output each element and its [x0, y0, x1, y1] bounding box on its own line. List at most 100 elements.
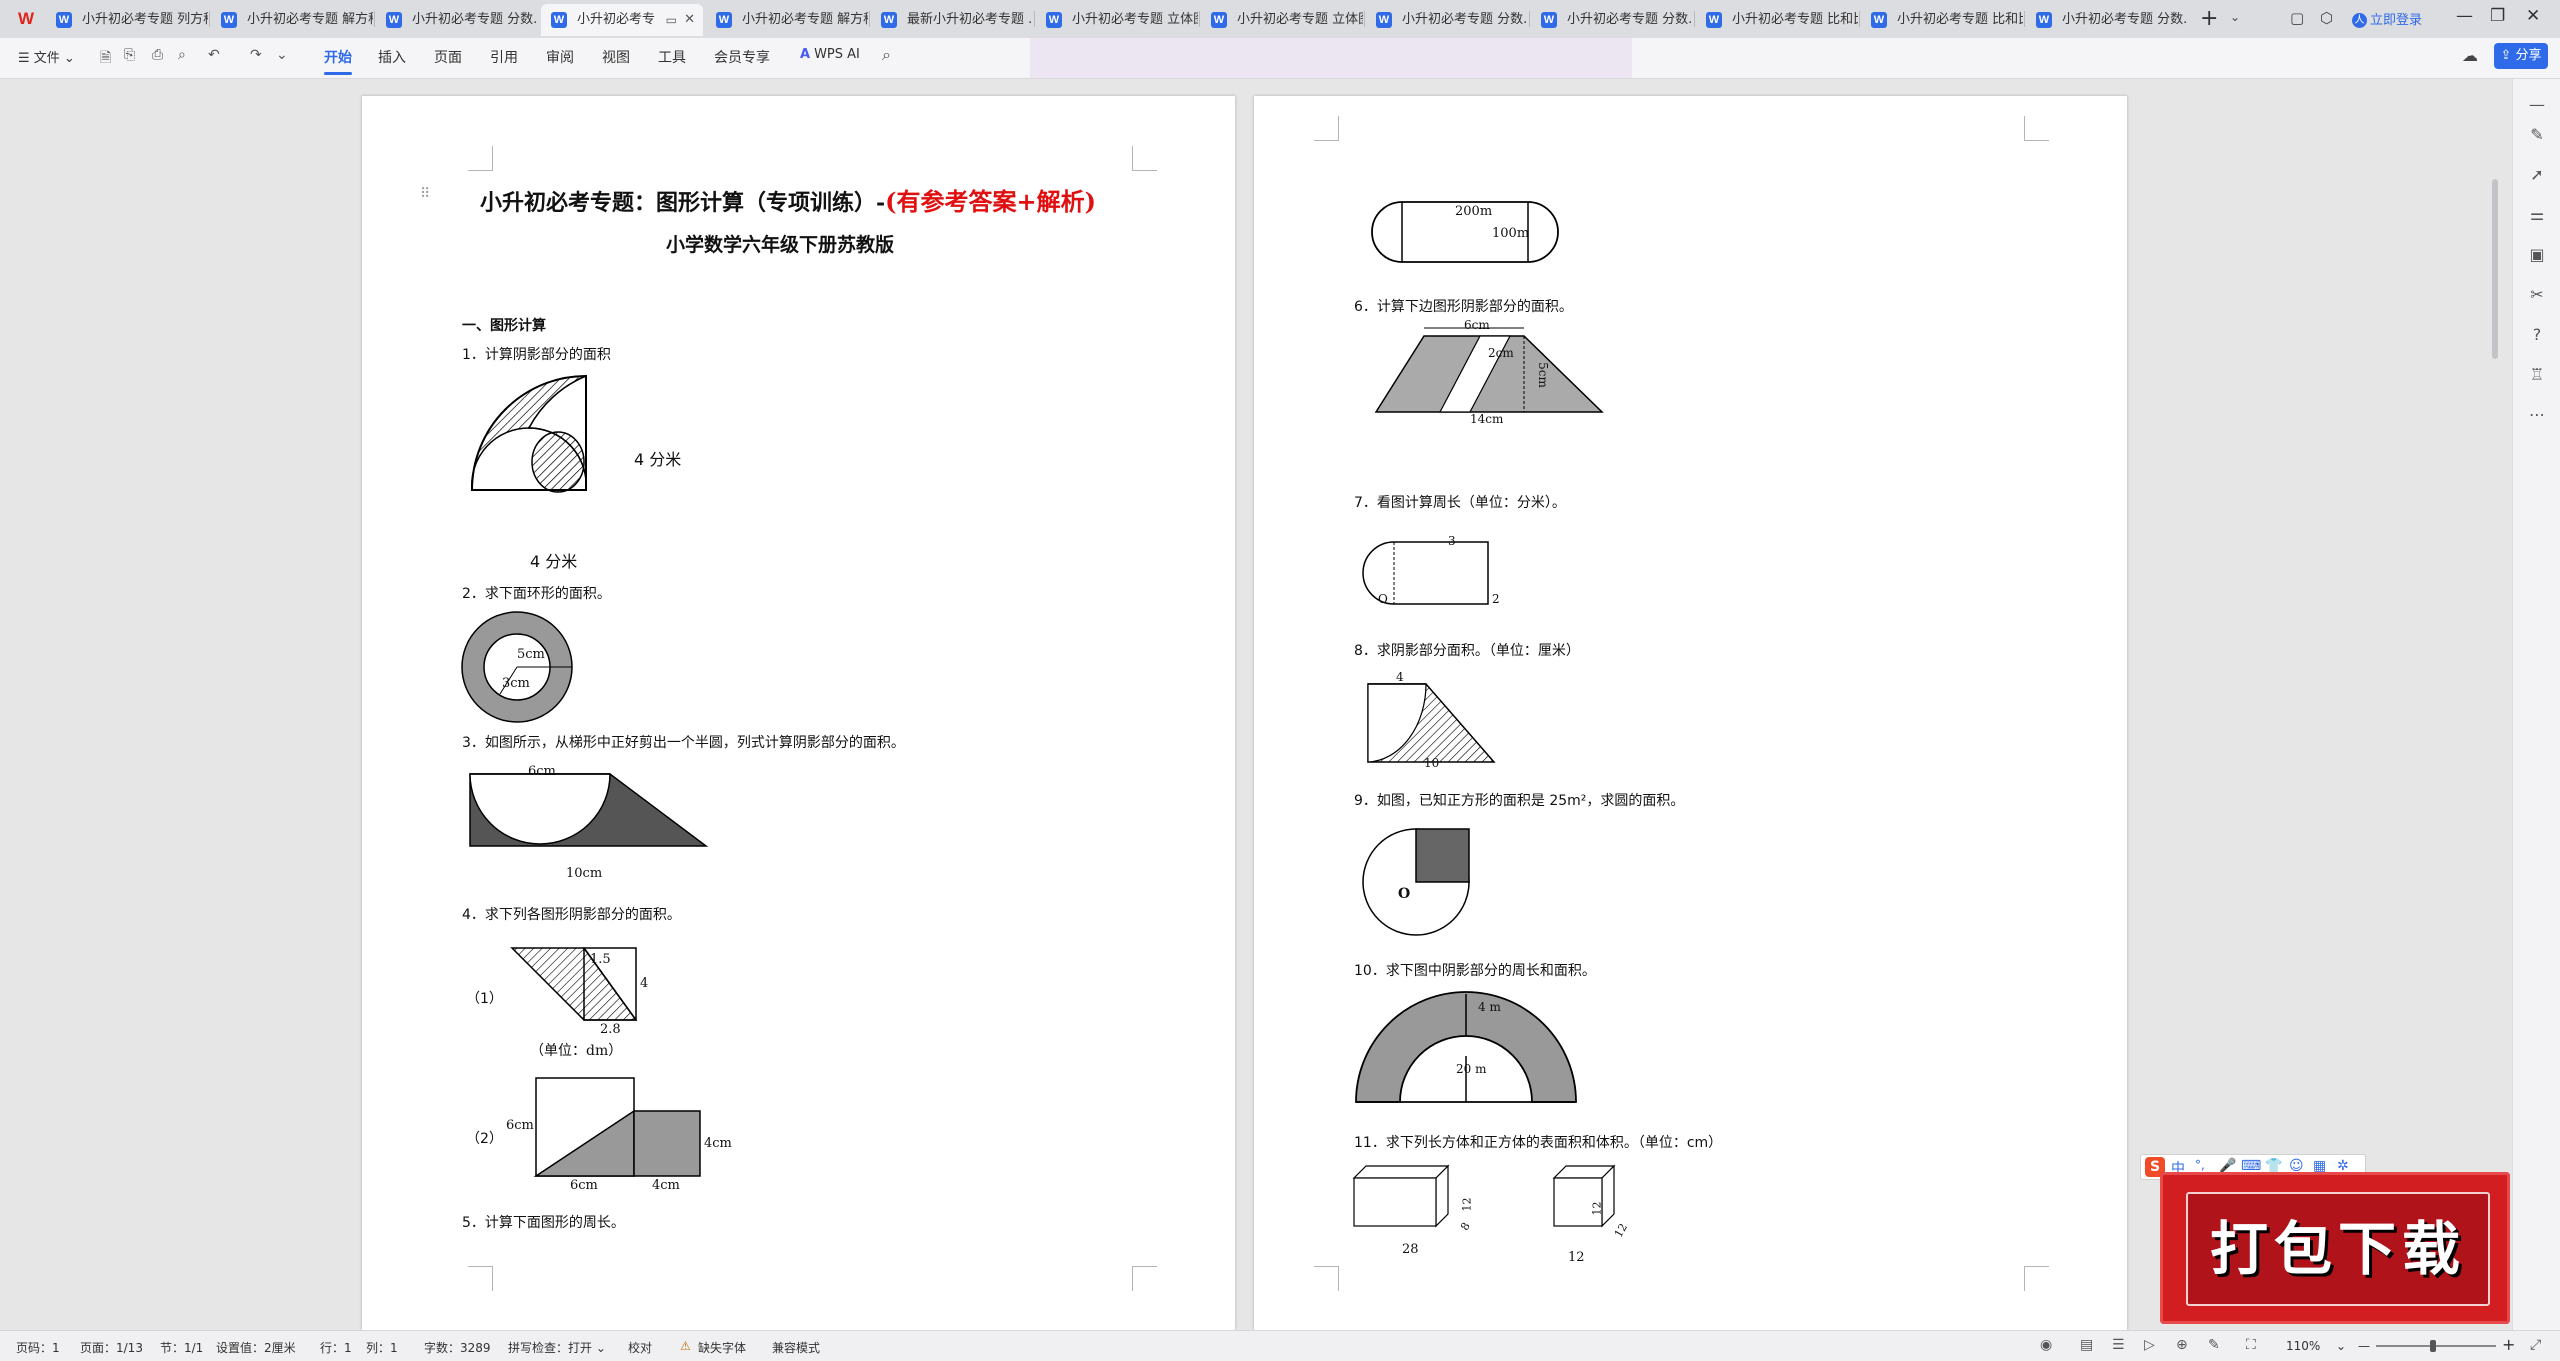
tab-close-icon[interactable]: ✕	[684, 4, 695, 36]
status-pages[interactable]: 页面：1/13	[80, 1339, 143, 1356]
q11-width-label: 8	[1458, 1220, 1473, 1233]
margin-corner-mark	[1132, 1266, 1157, 1291]
fit-page-icon[interactable]: ⛶	[2246, 1337, 2256, 1353]
tab-tools[interactable]: 工具	[658, 47, 686, 67]
panel-collapse-icon[interactable]: —	[2527, 95, 2547, 115]
download-banner-label: 打包下载	[2209, 1215, 2466, 1283]
zoom-in-icon[interactable]: +	[2502, 1335, 2515, 1354]
vertical-scrollbar-thumb[interactable]	[2492, 179, 2498, 359]
close-window-icon[interactable]: ✕	[2526, 6, 2540, 26]
select-cursor-icon[interactable]: ➚	[2527, 165, 2547, 185]
undo-icon[interactable]: ↶	[208, 47, 220, 63]
tools-icon[interactable]: ✂	[2527, 285, 2547, 305]
tab-separator	[1694, 11, 1695, 27]
status-setting[interactable]: 设置值：2厘米	[216, 1339, 296, 1356]
page-view-icon[interactable]: ▤	[2080, 1337, 2093, 1353]
status-row[interactable]: 行：1	[320, 1339, 352, 1356]
missing-font-warning-icon[interactable]: ⚠	[680, 1339, 691, 1353]
document-tab[interactable]: W 小升初必考专题 分数...	[1366, 4, 1528, 36]
share-button[interactable]: ⇪ 分享	[2494, 43, 2548, 69]
window-layout-icon[interactable]: ▢	[2290, 9, 2304, 27]
tab-list-chevron-down-icon[interactable]: ⌄	[2230, 10, 2240, 24]
question-4: 4．求下列各图形阴影部分的面积。	[462, 907, 681, 923]
status-section[interactable]: 节：1/1	[160, 1339, 203, 1356]
zoom-level[interactable]: 110%	[2286, 1339, 2320, 1353]
wps-ai-button[interactable]: A WPS AI	[800, 47, 860, 62]
tab-home[interactable]: 开始	[324, 47, 352, 75]
margin-corner-mark	[1132, 146, 1157, 171]
screen-cast-icon[interactable]: ▭	[666, 4, 677, 36]
document-tab[interactable]: W 小升初必考专题 比和比	[1861, 4, 2023, 36]
document-page-1[interactable]: ⠿ 小升初必考专题：图形计算（专项训练）-(有参考答案+解析) 小学数学六年级下…	[362, 96, 1235, 1330]
more-options-icon[interactable]: ⋯	[2527, 405, 2547, 425]
tab-member[interactable]: 会员专享	[714, 47, 770, 67]
minimize-icon[interactable]: —	[2456, 6, 2473, 26]
shirt-theme-icon[interactable]: ♖	[2527, 365, 2547, 385]
document-tab[interactable]: W 小升初必考专题 分数...	[376, 4, 538, 36]
missing-font-button[interactable]: 缺失字体	[698, 1339, 746, 1356]
proofread-button[interactable]: 校对	[628, 1339, 652, 1356]
help-icon[interactable]: ?	[2527, 325, 2547, 345]
login-button[interactable]: 人立即登录	[2352, 9, 2422, 28]
tab-insert[interactable]: 插入	[378, 47, 406, 67]
new-tab-plus-icon[interactable]: +	[2200, 6, 2218, 31]
margin-corner-mark	[2024, 116, 2049, 141]
adjust-settings-icon[interactable]: ⚌	[2527, 205, 2547, 225]
status-page[interactable]: 页码：1	[16, 1339, 60, 1356]
status-col[interactable]: 列：1	[366, 1339, 398, 1356]
tab-view[interactable]: 视图	[602, 47, 630, 67]
document-tab[interactable]: W 小升初必考专题 解方程	[706, 4, 868, 36]
tab-references[interactable]: 引用	[490, 47, 518, 67]
document-page-2[interactable]: 200m 100m 6．计算下边图形阴影部分的面积。 6cm 2cm 5cm 1…	[1254, 96, 2127, 1330]
tab-separator	[374, 11, 375, 27]
zoom-slider-knob[interactable]	[2430, 1340, 2436, 1352]
pen-edit-icon[interactable]: ✎	[2527, 125, 2547, 145]
q4-1-unit-label: （单位：dm）	[530, 1043, 623, 1059]
export-pdf-icon[interactable]: ⎘	[124, 47, 135, 63]
download-banner[interactable]: 打包下载	[2160, 1172, 2510, 1324]
image-tool-icon[interactable]: ▣	[2527, 245, 2547, 265]
web-view-icon[interactable]: ⊕	[2176, 1337, 2188, 1353]
tab-page[interactable]: 页面	[434, 47, 462, 67]
redo-icon[interactable]: ↷	[250, 47, 262, 63]
ai-logo-icon: A	[800, 47, 811, 62]
document-tab[interactable]: W 小升初必考专题 解方程	[211, 4, 373, 36]
document-tab[interactable]: W 小升初必考专题 分数...	[1531, 4, 1693, 36]
document-tab[interactable]: W 小升初必考专题 立体图	[1201, 4, 1363, 36]
quick-access-chevron-icon[interactable]: ⌄	[276, 47, 288, 63]
document-tab[interactable]: W 小升初必考专题 分数...	[2026, 4, 2188, 36]
fullscreen-icon[interactable]: ⤢	[2530, 1337, 2541, 1353]
save-icon[interactable]: 🗎	[100, 47, 111, 71]
outline-view-icon[interactable]: ☰	[2112, 1337, 2125, 1353]
ribbon-highlight-area	[1030, 38, 1632, 78]
q4-2-b1-label: 6cm	[570, 1178, 598, 1193]
spell-check-toggle[interactable]: 拼写检查：打开 ⌄	[508, 1339, 606, 1356]
zoom-slider[interactable]	[2376, 1345, 2496, 1347]
zoom-chevron-icon[interactable]: ⌄	[2336, 1339, 2346, 1353]
zoom-out-icon[interactable]: —	[2358, 1339, 2370, 1353]
tab-review[interactable]: 审阅	[546, 47, 574, 67]
wps-logo-icon[interactable]: W	[18, 9, 40, 29]
restore-window-icon[interactable]: ❐	[2490, 6, 2505, 26]
q4-2-b2-label: 4cm	[652, 1178, 680, 1193]
document-tab[interactable]: W 小升初必考专题 列方程	[46, 4, 208, 36]
file-menu-button[interactable]: ☰ 文件 ⌄	[18, 47, 75, 66]
cube-app-icon[interactable]: ⬡	[2320, 9, 2333, 27]
document-tab[interactable]: W 最新小升初必考专题 ...	[871, 4, 1033, 36]
search-icon[interactable]: ⌕	[882, 45, 891, 65]
document-tab-label: 小升初必考专题 解方程	[742, 12, 868, 27]
eye-protection-icon[interactable]: ◉	[2040, 1337, 2052, 1353]
print-preview-icon[interactable]: ⌕	[178, 47, 186, 63]
write-view-icon[interactable]: ✎	[2208, 1337, 2220, 1353]
document-tab[interactable]: W 小升初必考专 ▭ ✕	[541, 4, 703, 36]
document-tab[interactable]: W 小升初必考专题 立体图	[1036, 4, 1198, 36]
play-icon[interactable]: ▷	[2144, 1337, 2155, 1353]
q4-2-figure	[533, 1077, 701, 1177]
wps-doc-icon: W	[2036, 12, 2052, 28]
drag-handle-icon[interactable]: ⠿	[420, 186, 430, 202]
print-icon[interactable]: ⎙	[152, 47, 163, 63]
ime-punctuation-icon[interactable]: °,	[2195, 1158, 2205, 1172]
status-word-count[interactable]: 字数：3289	[424, 1339, 491, 1356]
document-tab[interactable]: W 小升初必考专题 比和比	[1696, 4, 1858, 36]
collaboration-icon[interactable]: ☁	[2462, 46, 2478, 65]
